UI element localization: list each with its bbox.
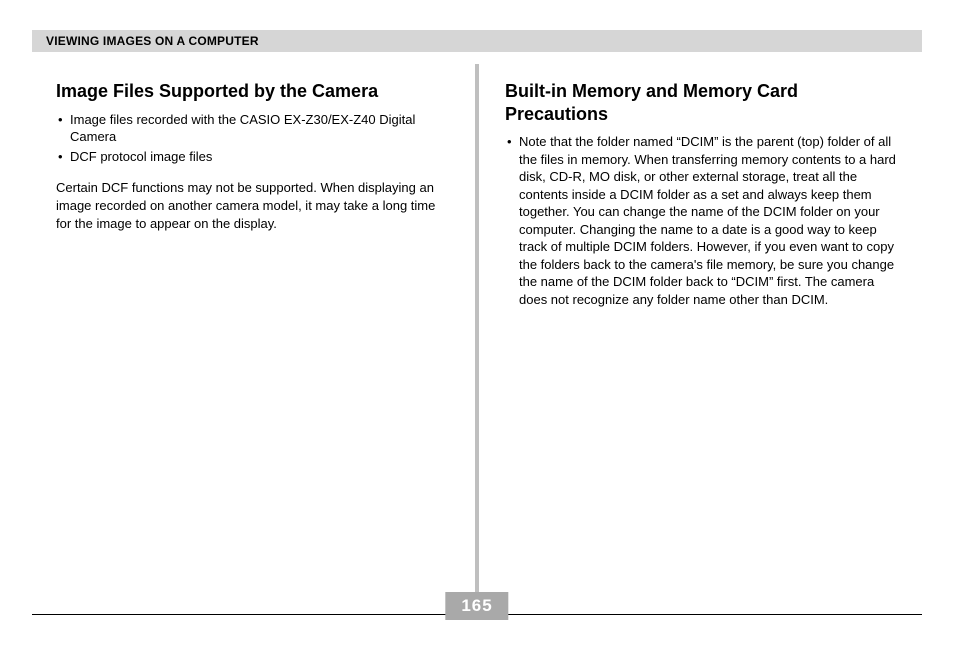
left-column: Image Files Supported by the Camera Imag… bbox=[0, 64, 477, 592]
list-item: Note that the folder named “DCIM” is the… bbox=[505, 133, 898, 308]
manual-page: VIEWING IMAGES ON A COMPUTER Image Files… bbox=[0, 0, 954, 646]
content-columns: Image Files Supported by the Camera Imag… bbox=[0, 64, 954, 592]
section-header-bar: VIEWING IMAGES ON A COMPUTER bbox=[32, 30, 922, 52]
right-bullet-list: Note that the folder named “DCIM” is the… bbox=[505, 133, 898, 308]
left-bullet-list: Image files recorded with the CASIO EX-Z… bbox=[56, 111, 449, 166]
section-header-text: VIEWING IMAGES ON A COMPUTER bbox=[46, 34, 259, 48]
list-item: Image files recorded with the CASIO EX-Z… bbox=[56, 111, 449, 146]
page-footer: 165 bbox=[32, 594, 922, 620]
list-item: DCF protocol image files bbox=[56, 148, 449, 166]
left-heading: Image Files Supported by the Camera bbox=[56, 80, 449, 103]
left-paragraph: Certain DCF functions may not be support… bbox=[56, 179, 449, 233]
right-column: Built-in Memory and Memory Card Precauti… bbox=[477, 64, 954, 592]
right-heading: Built-in Memory and Memory Card Precauti… bbox=[505, 80, 898, 125]
page-number: 165 bbox=[445, 592, 508, 620]
